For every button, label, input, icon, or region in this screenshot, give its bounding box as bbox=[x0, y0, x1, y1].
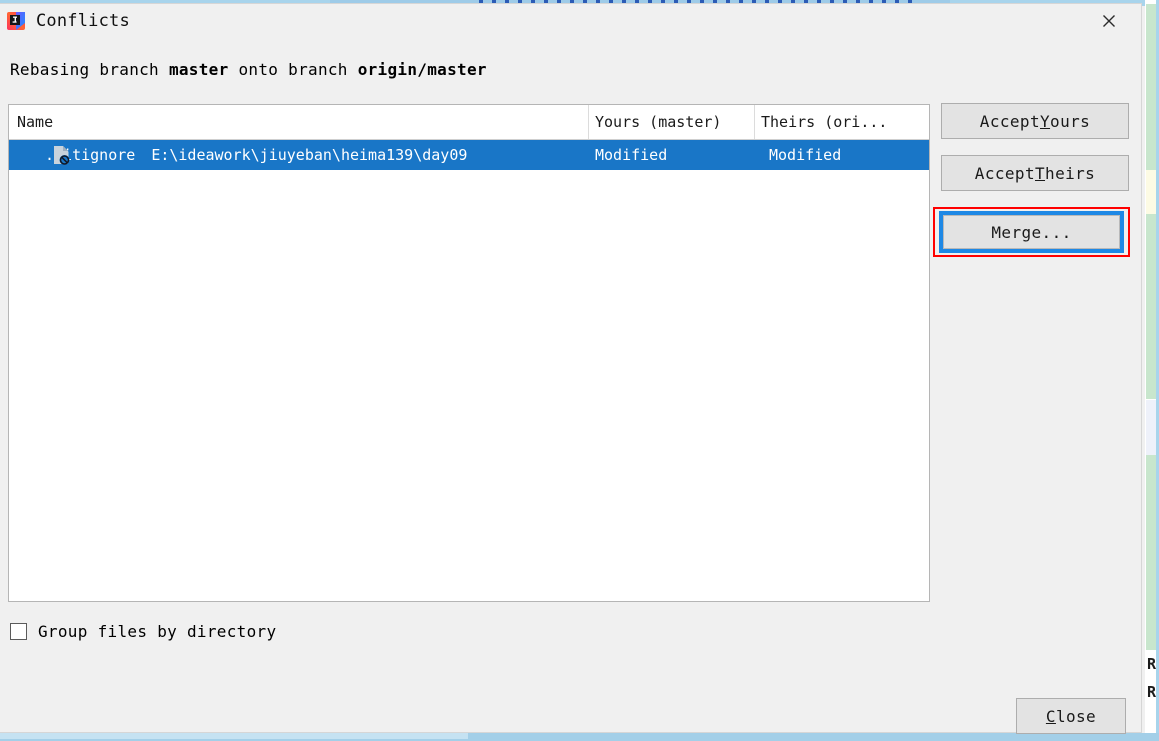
group-files-by-directory-checkbox[interactable]: Group files by directory bbox=[10, 622, 276, 641]
column-header-name[interactable]: Name bbox=[9, 105, 589, 139]
group-files-by-directory-label: Group files by directory bbox=[38, 622, 276, 641]
rebase-middle: onto branch bbox=[229, 60, 358, 79]
cell-yours-status: Modified bbox=[589, 140, 755, 170]
dialog-title: Conflicts bbox=[36, 11, 130, 31]
accept-theirs-button[interactable]: Accept Theirs bbox=[941, 155, 1129, 191]
intellij-idea-icon bbox=[6, 11, 26, 31]
rebase-description: Rebasing branch master onto branch origi… bbox=[10, 60, 487, 79]
close-label-after: lose bbox=[1056, 707, 1096, 726]
screenshot-root: R R bbox=[0, 0, 1159, 741]
merge-label-after: erge... bbox=[1001, 223, 1071, 242]
conflicts-table[interactable]: Name Yours (master) Theirs (ori... bbox=[8, 104, 930, 602]
merge-button-face: Merge... bbox=[943, 215, 1120, 249]
accept-theirs-mnemonic: T bbox=[1035, 164, 1045, 183]
file-path: E:\ideawork\jiuyeban\heima139\day09 bbox=[151, 146, 467, 164]
close-icon[interactable] bbox=[1091, 6, 1127, 36]
background-bottom-strip-left bbox=[0, 733, 468, 739]
close-mnemonic: C bbox=[1046, 707, 1056, 726]
close-button[interactable]: Close bbox=[1016, 698, 1126, 734]
merge-mnemonic: M bbox=[991, 223, 1001, 242]
file-ignored-icon bbox=[51, 144, 71, 166]
table-header-row: Name Yours (master) Theirs (ori... bbox=[9, 105, 929, 140]
cell-theirs-status: Modified bbox=[755, 140, 929, 170]
table-row[interactable]: .gitignore E:\ideawork\jiuyeban\heima139… bbox=[9, 140, 929, 170]
accept-theirs-label-before: Accept bbox=[975, 164, 1035, 183]
column-header-theirs[interactable]: Theirs (ori... bbox=[755, 105, 929, 139]
accept-theirs-label-after: heirs bbox=[1045, 164, 1095, 183]
cell-file-name: .gitignore E:\ideawork\jiuyeban\heima139… bbox=[9, 140, 589, 170]
column-header-yours[interactable]: Yours (master) bbox=[589, 105, 755, 139]
checkbox-box-icon[interactable] bbox=[10, 623, 27, 640]
accept-yours-label-before: Accept bbox=[980, 112, 1040, 131]
rebase-remote-branch: origin/master bbox=[358, 60, 487, 79]
conflicts-dialog: Conflicts Rebasing branch master onto br… bbox=[0, 3, 1142, 733]
accept-yours-label-after: ours bbox=[1050, 112, 1090, 131]
rebase-local-branch: master bbox=[169, 60, 229, 79]
rebase-prefix: Rebasing branch bbox=[10, 60, 169, 79]
merge-button[interactable]: Merge... bbox=[939, 211, 1124, 253]
dialog-titlebar: Conflicts bbox=[0, 4, 1141, 37]
accept-yours-mnemonic: Y bbox=[1040, 112, 1050, 131]
accept-yours-button[interactable]: Accept Yours bbox=[941, 103, 1129, 139]
